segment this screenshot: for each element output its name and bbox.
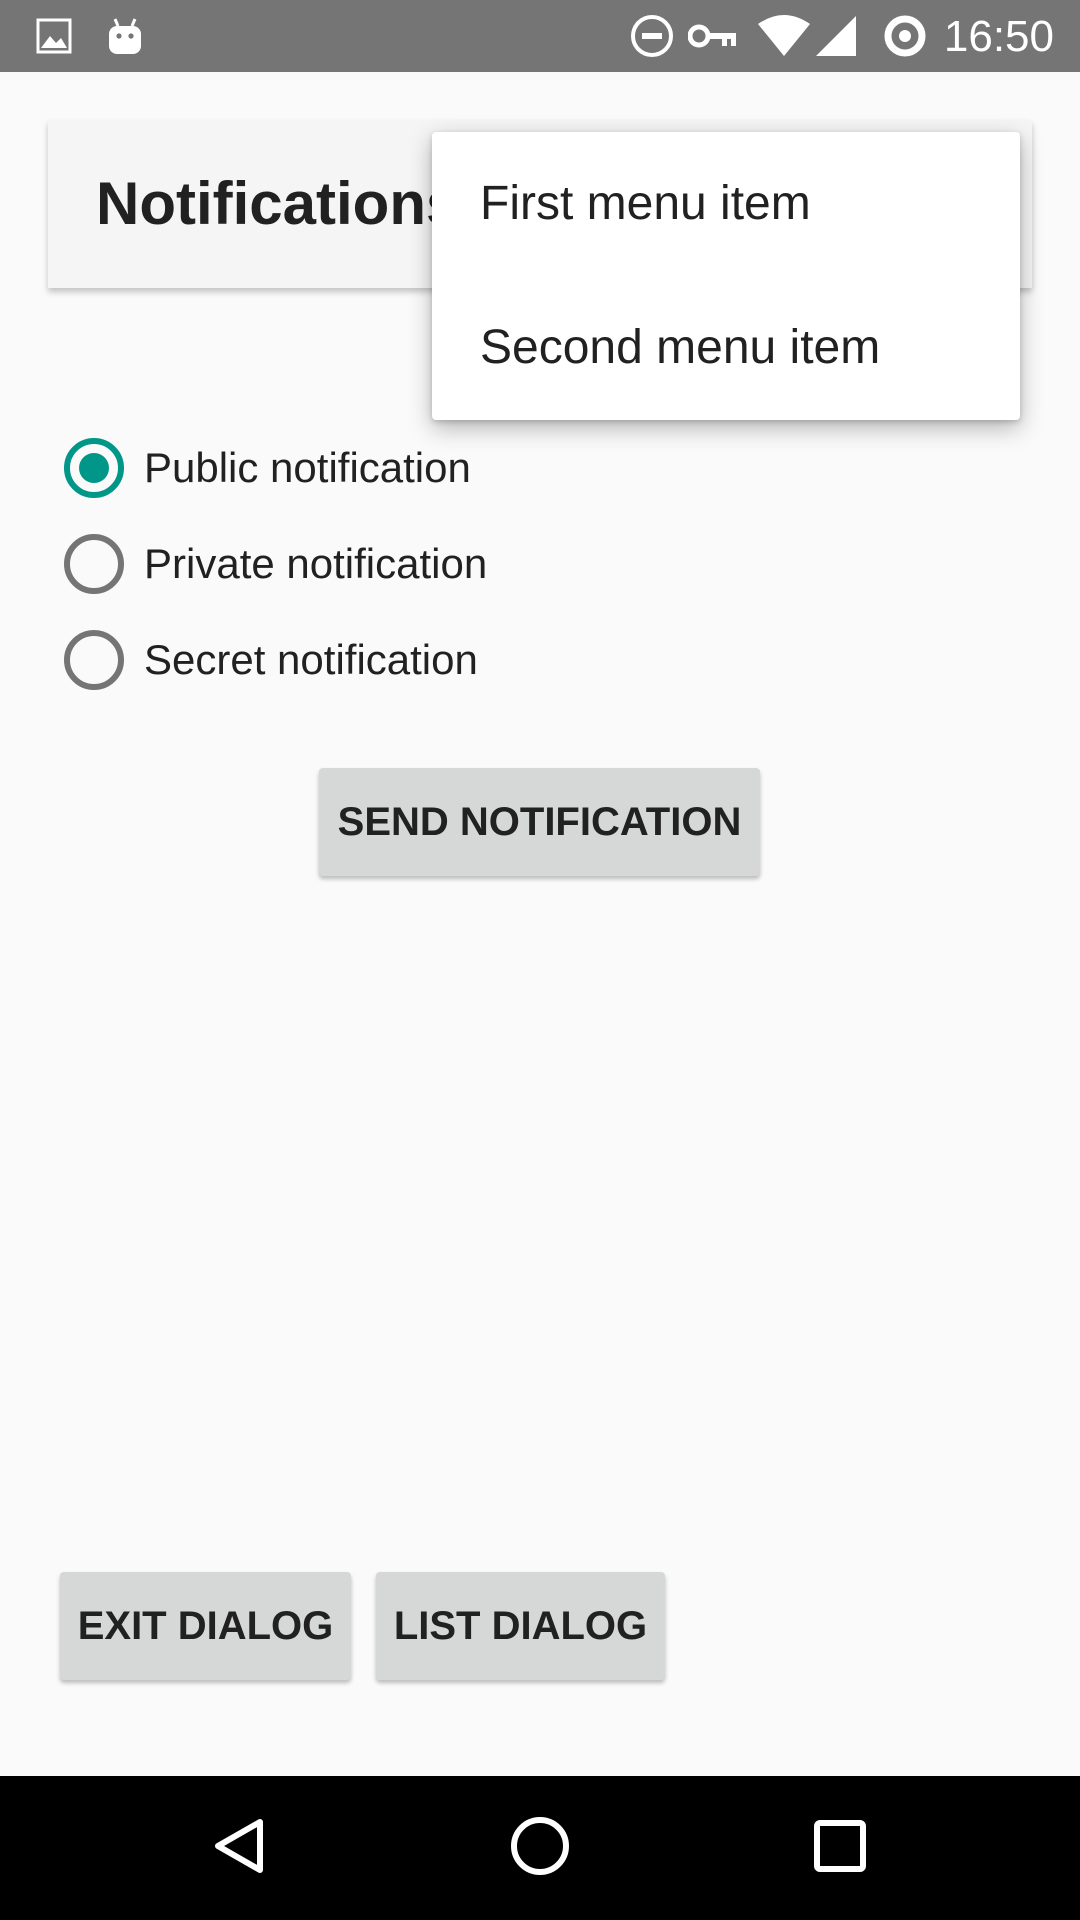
- android-icon: [106, 0, 144, 72]
- home-icon: [508, 1814, 572, 1883]
- list-dialog-button[interactable]: LIST DIALOG: [376, 1572, 665, 1680]
- radio-secret-notification[interactable]: Secret notification: [64, 624, 478, 696]
- status-bar: 16:50: [0, 0, 1080, 72]
- radio-label-public: Public notification: [144, 444, 471, 491]
- radio-label-private: Private notification: [144, 540, 488, 587]
- radio-unchecked-icon: [64, 630, 124, 690]
- navigation-bar: [0, 1776, 1080, 1920]
- send-notification-button[interactable]: SEND NOTIFICATION: [319, 768, 760, 876]
- exit-dialog-button[interactable]: EXIT DIALOG: [60, 1572, 351, 1680]
- radio-unchecked-icon: [64, 534, 124, 594]
- back-icon: [210, 1816, 270, 1881]
- radio-label-secret: Secret notification: [144, 636, 478, 683]
- page-title: Notifications: [96, 170, 460, 237]
- vpn-key-icon: [688, 0, 738, 72]
- radio-dot: [79, 453, 109, 483]
- radio-public-notification[interactable]: Public notification: [64, 432, 471, 504]
- menu-item-first[interactable]: First menu item: [432, 132, 1020, 276]
- image-icon: [36, 0, 72, 72]
- status-time: 16:50: [943, 12, 1054, 61]
- radio-checked-icon: [64, 438, 124, 498]
- cell-signal-icon: [814, 0, 858, 72]
- radio-private-notification[interactable]: Private notification: [64, 528, 487, 600]
- recents-icon: [812, 1818, 868, 1879]
- overflow-menu: First menu item Second menu item: [432, 132, 1020, 420]
- do-not-disturb-icon: [630, 0, 674, 72]
- wifi-icon: [756, 0, 812, 72]
- back-button[interactable]: [168, 1776, 312, 1920]
- sync-icon: [882, 0, 928, 72]
- recents-button[interactable]: [768, 1776, 912, 1920]
- menu-item-second[interactable]: Second menu item: [432, 276, 1020, 420]
- home-button[interactable]: [468, 1776, 612, 1920]
